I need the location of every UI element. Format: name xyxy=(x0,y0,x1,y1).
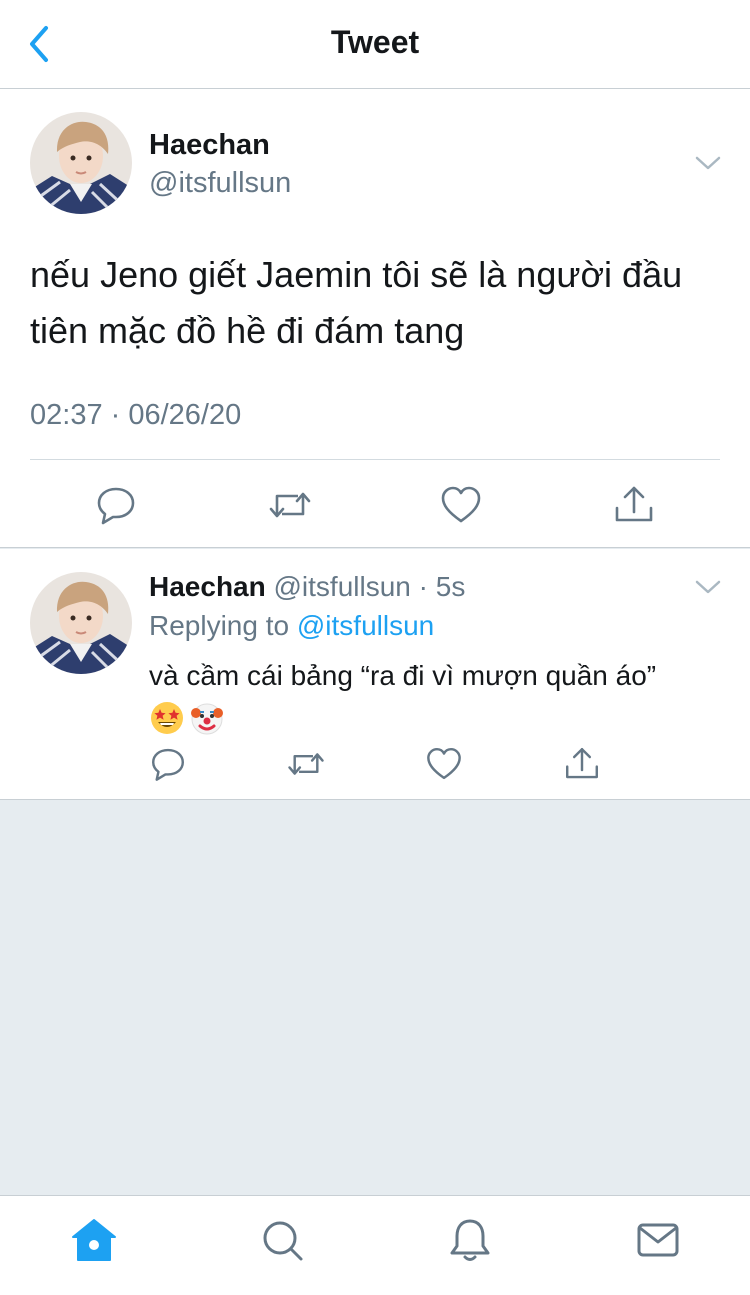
display-name[interactable]: Haechan xyxy=(149,129,270,162)
star-struck-emoji-icon xyxy=(151,701,183,734)
heart-icon xyxy=(427,748,461,780)
bottom-tab-bar xyxy=(0,1195,750,1295)
tweet-text: nếu Jeno giết Jaemin tôi sẽ là người đầu… xyxy=(30,254,683,351)
share-icon xyxy=(615,486,653,522)
divider xyxy=(30,459,720,460)
home-icon xyxy=(72,1219,116,1261)
tweet-options-button[interactable] xyxy=(693,153,723,173)
like-button[interactable] xyxy=(438,482,484,528)
tab-messages[interactable] xyxy=(634,1216,682,1264)
chevron-down-icon xyxy=(695,580,721,594)
username[interactable]: @itsfullsun xyxy=(149,167,291,200)
share-button[interactable] xyxy=(611,482,657,528)
clown-face-emoji-icon xyxy=(191,703,223,735)
retweet-button[interactable] xyxy=(267,482,313,528)
reply-tweet[interactable]: Haechan @itsfullsun · 5s Replying to @it… xyxy=(0,549,750,800)
username[interactable]: @itsfullsun xyxy=(274,571,411,602)
display-name[interactable]: Haechan xyxy=(149,571,266,602)
reply-icon xyxy=(97,487,135,525)
heart-icon xyxy=(441,486,481,523)
reply-header: Haechan @itsfullsun · 5s xyxy=(149,571,465,603)
share-icon xyxy=(566,748,598,779)
bell-icon xyxy=(450,1219,490,1261)
search-icon xyxy=(263,1221,303,1261)
replying-to-link[interactable]: @itsfullsun xyxy=(297,610,434,641)
share-button[interactable] xyxy=(562,744,602,784)
reply-timestamp: 5s xyxy=(435,571,466,602)
replying-to-label: Replying to xyxy=(149,610,290,641)
reply-text-body: và cầm cái bảng “ra đi vì mượn quần áo” xyxy=(149,660,657,691)
tweet-options-button[interactable] xyxy=(693,577,723,597)
separator-dot: · xyxy=(418,571,428,602)
reply-text: và cầm cái bảng “ra đi vì mượn quần áo” xyxy=(149,656,719,736)
reply-button[interactable] xyxy=(93,482,139,528)
reply-icon xyxy=(152,748,184,781)
avatar[interactable] xyxy=(30,572,132,674)
tab-search[interactable] xyxy=(258,1216,306,1264)
replying-to: Replying to @itsfullsun xyxy=(149,610,434,642)
tab-notifications[interactable] xyxy=(446,1216,494,1264)
retweet-icon xyxy=(269,492,311,518)
retweet-icon xyxy=(288,753,324,775)
mail-icon xyxy=(637,1223,679,1257)
tweet-timestamp: 02:37 · 06/26/20 xyxy=(30,399,242,431)
reply-button[interactable] xyxy=(148,744,188,784)
top-nav-bar: Tweet xyxy=(0,0,750,89)
page-title: Tweet xyxy=(330,24,420,60)
avatar[interactable] xyxy=(30,112,132,214)
tab-home[interactable] xyxy=(70,1216,118,1264)
retweet-button[interactable] xyxy=(286,744,326,784)
like-button[interactable] xyxy=(424,744,464,784)
main-tweet: Haechan @itsfullsun nếu Jeno giết Jaemin… xyxy=(0,89,750,548)
chevron-down-icon xyxy=(695,156,721,170)
